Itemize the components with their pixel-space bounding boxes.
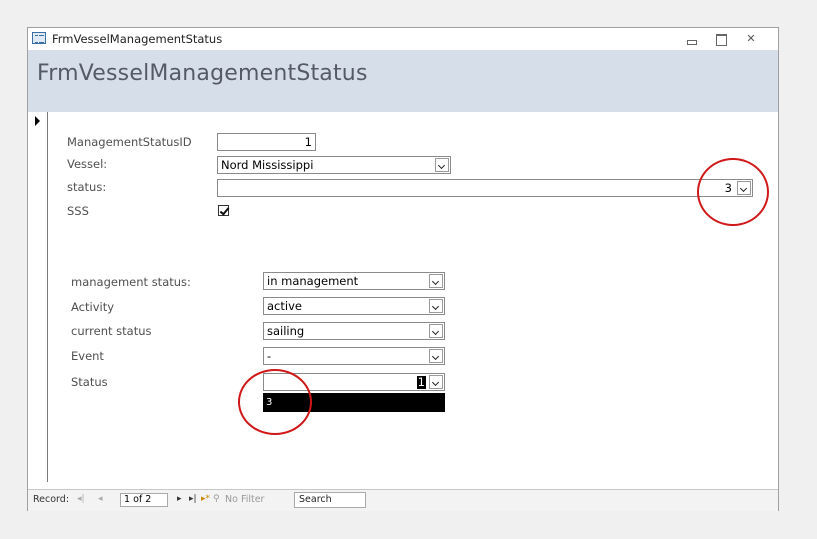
form-header: FrmVesselManagementStatus [28,50,778,112]
current-status-value: sailing [267,324,305,338]
event-combo[interactable]: - [263,347,445,365]
status-bottom-label: Status [71,375,108,389]
chevron-down-icon[interactable] [429,299,443,313]
status-combo[interactable]: 3 [217,179,753,197]
form-icon [32,32,46,44]
record-selector[interactable] [28,112,48,482]
title-bar: FrmVesselManagementStatus ✕ [28,28,778,50]
activity-combo[interactable]: active [263,297,445,315]
current-status-combo[interactable]: sailing [263,322,445,340]
chevron-down-icon[interactable] [435,158,449,172]
management-status-combo[interactable]: in management [263,272,445,290]
management-status-id-field[interactable]: 1 [217,133,316,151]
status-label: status: [67,180,107,194]
event-label: Event [71,349,104,363]
restore-button[interactable] [712,31,730,47]
form-header-title: FrmVesselManagementStatus [37,61,368,86]
chevron-down-icon[interactable] [429,349,443,363]
activity-value: active [267,299,302,313]
activity-label: Activity [71,300,115,314]
chevron-down-icon[interactable] [429,274,443,288]
form-window: FrmVesselManagementStatus ✕ FrmVesselMan… [27,27,779,511]
next-record-icon[interactable]: ▸ [177,494,182,504]
current-status-label: current status [71,324,152,338]
filter-icon: ⚲ [213,494,220,504]
current-record-arrow-icon [35,116,40,126]
minimize-button[interactable] [682,31,700,47]
new-record-icon[interactable]: ▸* [201,494,210,504]
chevron-down-icon[interactable] [429,324,443,338]
first-record-icon[interactable]: ◂| [77,494,85,504]
status-bottom-value: 1 [416,375,426,389]
window-title: FrmVesselManagementStatus [52,32,223,46]
record-position-field[interactable]: 1 of 2 [120,493,168,507]
no-filter-button[interactable]: No Filter [225,494,264,505]
management-status-label: management status: [71,275,191,289]
close-button[interactable]: ✕ [742,31,760,47]
record-label: Record: [33,494,70,505]
sss-label: SSS [67,204,89,218]
annotation-circle-bottom [238,369,312,435]
vessel-combo[interactable]: Nord Mississippi [217,156,451,174]
management-status-id-label: ManagementStatusID [67,135,192,149]
record-navigation-bar: Record: ◂| ◂ 1 of 2 ▸ ▸| ▸* ⚲ No Filter … [28,489,778,511]
search-input[interactable]: Search [294,492,366,508]
event-value: - [267,349,272,363]
last-record-icon[interactable]: ▸| [189,494,197,504]
prev-record-icon[interactable]: ◂ [98,494,103,504]
chevron-down-icon[interactable] [429,375,443,389]
management-status-value: in management [267,274,359,288]
vessel-value: Nord Mississippi [221,158,314,172]
vessel-label: Vessel: [67,157,108,171]
sss-checkbox[interactable] [218,205,229,216]
annotation-circle-top [697,158,769,226]
